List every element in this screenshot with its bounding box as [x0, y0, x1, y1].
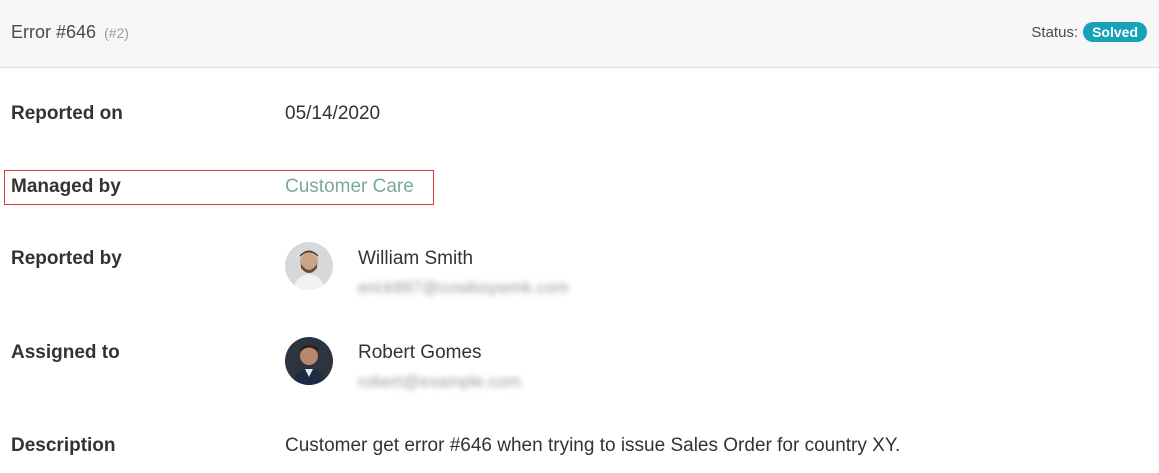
ticket-status: Status: Solved [1031, 22, 1147, 42]
managed-by-label: Managed by [11, 176, 121, 197]
assigned-to-avatar[interactable] [285, 337, 333, 385]
user-avatar-icon [285, 242, 333, 290]
description-label: Description [11, 435, 116, 456]
ticket-header: Error #646 (#2) Status: Solved [0, 0, 1159, 68]
managed-by-link[interactable]: Customer Care [285, 176, 414, 198]
assigned-to-name: Robert Gomes [358, 342, 482, 363]
ticket-title-text: Error #646 [11, 22, 97, 42]
reported-on-label: Reported on [11, 103, 123, 124]
status-label: Status: [1031, 23, 1079, 41]
reported-by-email: erick887@cowboywmk.com [358, 278, 569, 297]
reported-by-name: William Smith [358, 248, 474, 269]
user-avatar-icon [285, 337, 333, 385]
ticket-ref: (#2) [104, 25, 129, 41]
description-value: Customer get error #646 when trying to i… [285, 435, 901, 456]
reported-by-avatar[interactable] [285, 242, 333, 290]
assigned-to-email: robert@example.com [358, 372, 521, 391]
reported-by-label: Reported by [11, 248, 122, 269]
reported-on-value: 05/14/2020 [285, 103, 381, 124]
assigned-to-label: Assigned to [11, 342, 120, 363]
ticket-title: Error #646 (#2) [11, 22, 129, 43]
status-badge: Solved [1083, 22, 1147, 42]
